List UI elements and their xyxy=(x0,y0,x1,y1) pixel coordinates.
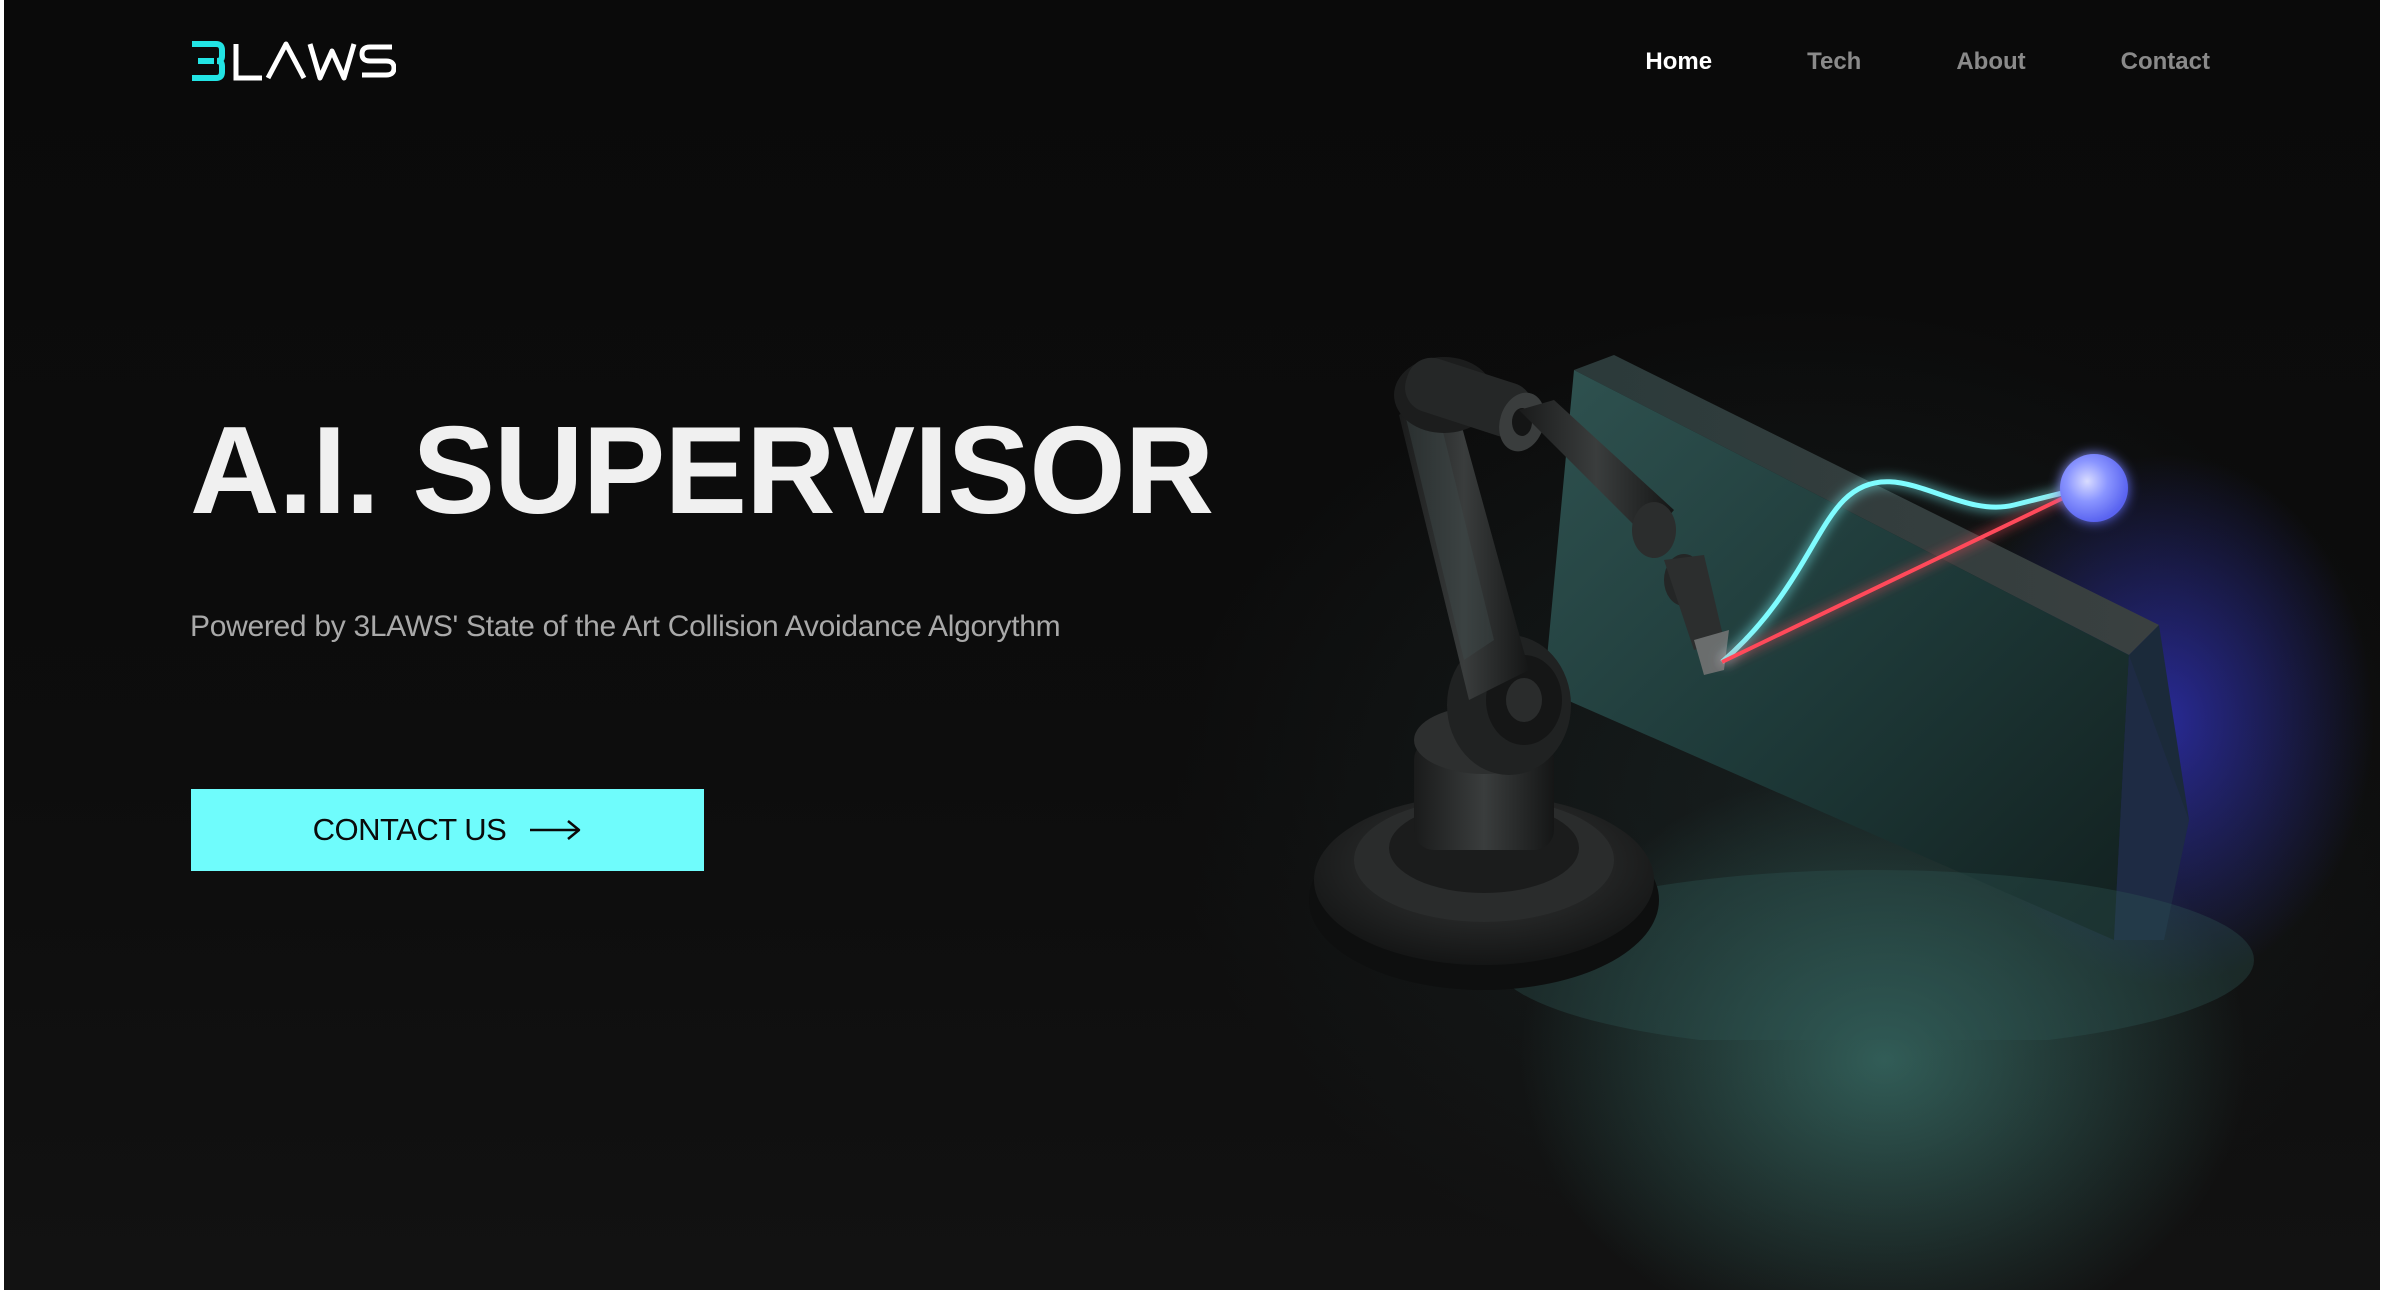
logo-wordmark-icon xyxy=(192,41,396,81)
nav-home[interactable]: Home xyxy=(1645,48,1712,76)
logo[interactable] xyxy=(190,40,396,82)
arrow-right-icon xyxy=(530,820,581,840)
nav-tech[interactable]: Tech xyxy=(1807,48,1861,76)
hero-page: Home Tech About Contact A.I. SUPERVISOR … xyxy=(4,0,2380,1290)
hero-title: A.I. SUPERVISOR xyxy=(190,402,1214,540)
nav-contact[interactable]: Contact xyxy=(2121,48,2210,76)
robot-arm-illustration xyxy=(1309,355,2254,1040)
main-nav: Home Tech About Contact xyxy=(1550,48,2210,76)
contact-us-label: CONTACT US xyxy=(312,812,507,847)
nav-about[interactable]: About xyxy=(1956,48,2025,76)
contact-us-button[interactable]: CONTACT US xyxy=(191,789,704,871)
hero-subtitle: Powered by 3LAWS' State of the Art Colli… xyxy=(190,610,1061,643)
